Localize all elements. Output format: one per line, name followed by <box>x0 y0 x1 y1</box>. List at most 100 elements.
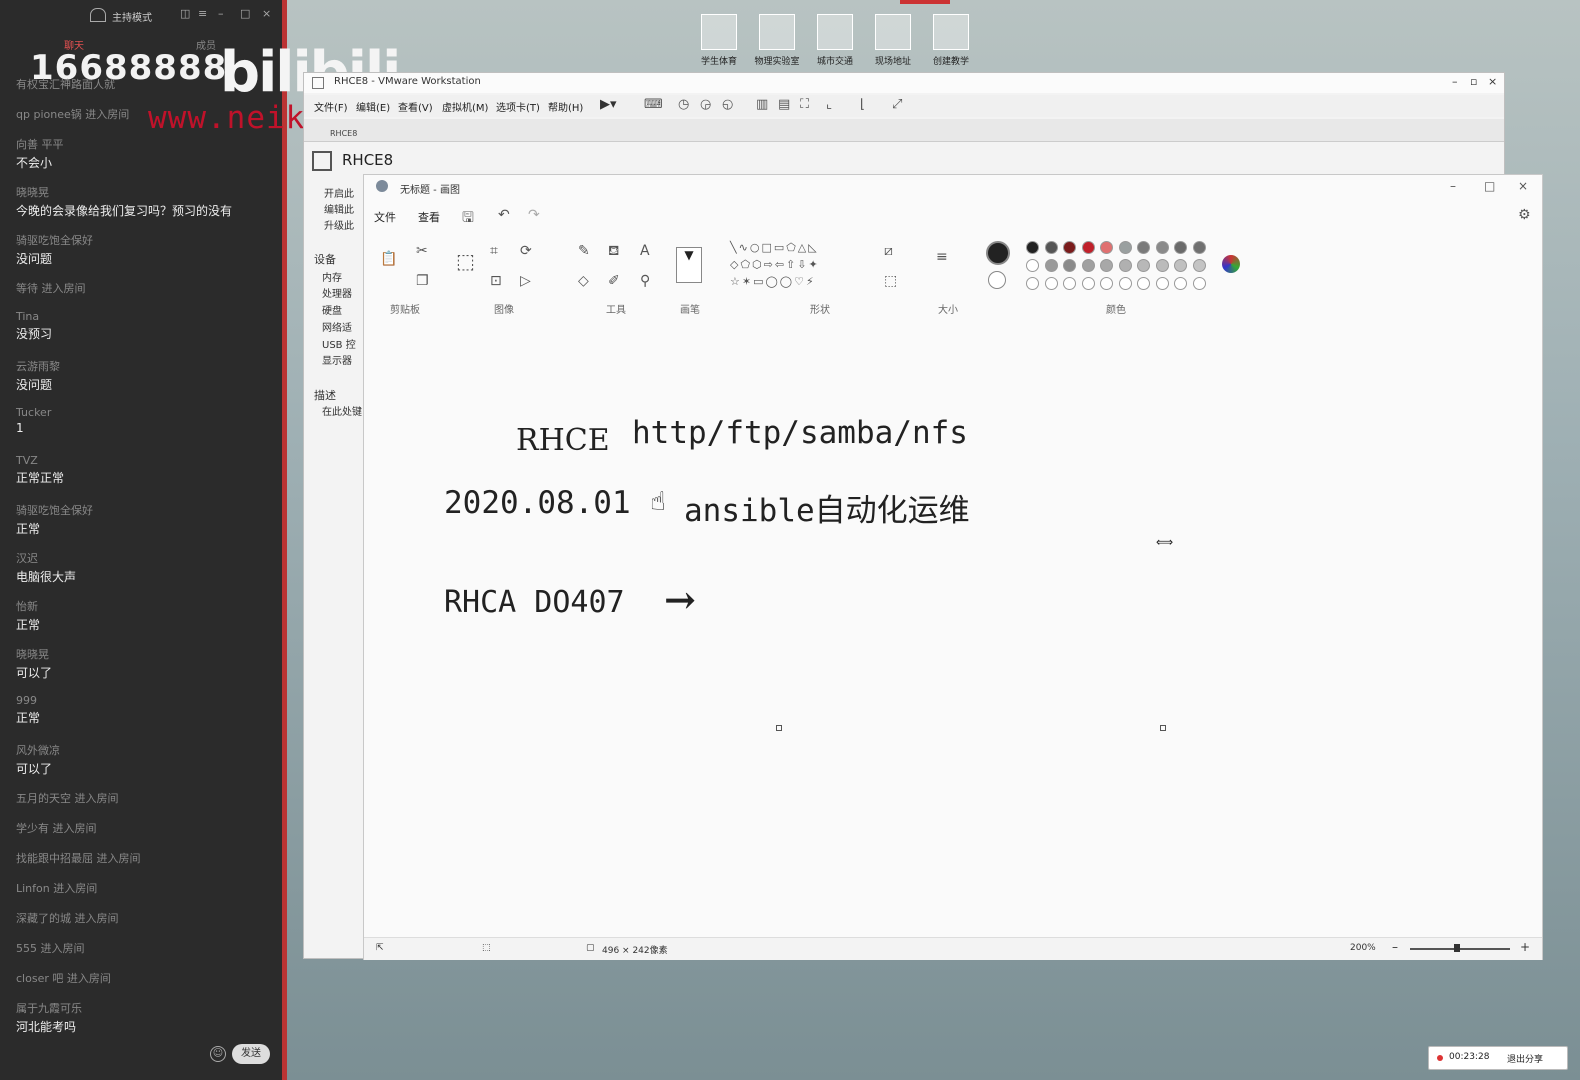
color-swatch[interactable] <box>1137 277 1150 290</box>
zoom-slider-thumb[interactable] <box>1454 944 1460 952</box>
desktop-shortcut[interactable]: 学生体育 <box>693 14 745 74</box>
unity-icon[interactable]: ⌞ <box>826 97 832 112</box>
color-swatch[interactable] <box>1118 241 1132 254</box>
close-icon[interactable]: × <box>262 7 271 20</box>
device-network[interactable]: 网络适 <box>322 319 352 334</box>
fill-shape-icon[interactable]: ⬚ <box>884 273 897 289</box>
console-view-icon[interactable]: ⌊ <box>860 97 865 112</box>
paint-maximize-icon[interactable]: □ <box>1484 179 1495 193</box>
color-swatch[interactable] <box>1026 259 1039 272</box>
description-header[interactable]: 描述 <box>314 387 336 403</box>
undo-icon[interactable]: ↶ <box>498 207 510 223</box>
desktop-shortcut[interactable]: 物理实验室 <box>751 14 803 74</box>
paint-close-icon[interactable]: × <box>1518 179 1528 193</box>
device-display[interactable]: 显示器 <box>322 352 352 367</box>
desktop-shortcut[interactable]: 城市交通 <box>809 14 861 74</box>
cut-icon[interactable]: ✂ <box>416 243 428 259</box>
edit-colors-icon[interactable] <box>1222 255 1240 273</box>
color-swatch[interactable] <box>1137 241 1150 254</box>
color-swatch[interactable] <box>1063 277 1076 290</box>
snapshot-manager-icon[interactable]: ◵ <box>722 97 733 112</box>
color-picker-icon[interactable]: ✐ <box>608 273 620 289</box>
color-swatch[interactable] <box>1118 277 1132 290</box>
device-processor[interactable]: 处理器 <box>322 285 352 300</box>
action-edit-settings[interactable]: 编辑此 <box>324 201 354 216</box>
view-sidebar-icon[interactable]: ▥ <box>756 97 768 112</box>
paint-minimize-icon[interactable]: – <box>1450 179 1456 193</box>
send-ctrl-alt-del-icon[interactable]: ⌨ <box>644 97 663 112</box>
color-swatch[interactable] <box>1026 241 1039 254</box>
paint-menu-view[interactable]: 查看 <box>418 209 440 225</box>
color-swatch[interactable] <box>1081 277 1095 290</box>
resize-handle-corner[interactable] <box>1160 725 1166 731</box>
zoom-out-icon[interactable]: – <box>1392 940 1398 954</box>
color1-swatch[interactable] <box>986 241 1010 265</box>
color-swatch[interactable] <box>1155 241 1169 254</box>
rotate-icon[interactable]: ⟳ <box>520 243 532 259</box>
color-swatch[interactable] <box>1044 241 1058 254</box>
paint-menu-file[interactable]: 文件 <box>374 209 396 225</box>
color-swatch[interactable] <box>1026 277 1039 290</box>
minimize-icon[interactable]: – <box>218 7 224 20</box>
desktop-shortcut[interactable]: 创建教学 <box>925 14 977 74</box>
snapshot-restore-icon[interactable]: ◶ <box>700 97 711 112</box>
brush-icon[interactable]: ▼ <box>676 247 702 283</box>
smiley-icon[interactable]: ☺ <box>210 1046 226 1062</box>
redo-icon[interactable]: ↷ <box>528 207 540 223</box>
vmware-maximize-icon[interactable]: ▫ <box>1470 75 1477 88</box>
tab-rhce8[interactable]: RHCE8 <box>330 129 357 138</box>
vmware-minimize-icon[interactable]: – <box>1452 75 1458 88</box>
text-icon[interactable]: A <box>640 243 650 259</box>
resize-handle-bottom[interactable] <box>776 725 782 731</box>
menu-vm[interactable]: 虚拟机(M) <box>442 99 488 114</box>
color-swatch[interactable] <box>1174 259 1187 272</box>
exit-share-button[interactable]: 退出分享 <box>1507 1052 1543 1065</box>
color-swatch[interactable] <box>1174 241 1187 254</box>
fullscreen-icon[interactable]: ⛶ <box>800 97 809 112</box>
magnifier-icon[interactable]: ⚲ <box>640 273 650 289</box>
fill-icon[interactable]: ⛾ <box>608 243 619 261</box>
crop-icon[interactable]: ⌗ <box>490 243 498 259</box>
color-swatch[interactable] <box>1155 277 1169 290</box>
device-usb[interactable]: USB 控 <box>322 336 356 351</box>
color-swatch[interactable] <box>1063 241 1076 254</box>
color-swatch[interactable] <box>1192 241 1206 254</box>
color-swatch[interactable] <box>1100 277 1113 290</box>
select-icon[interactable]: ⬚ <box>456 249 475 273</box>
send-button[interactable]: 发送 <box>232 1044 270 1064</box>
paint-canvas[interactable]: RHCE http/ftp/samba/nfs 2020.08.01 ☝ ans… <box>364 319 1542 935</box>
pencil-icon[interactable]: ✎ <box>578 243 590 259</box>
desktop-shortcut[interactable]: 现场地址 <box>867 14 919 74</box>
device-memory[interactable]: 内存 <box>322 269 342 284</box>
menu-file[interactable]: 文件(F) <box>314 99 348 114</box>
stretch-icon[interactable]: ⤢ <box>892 97 902 112</box>
color-swatch[interactable] <box>1174 277 1187 290</box>
size-icon[interactable]: ≡ <box>936 249 948 265</box>
color2-swatch[interactable] <box>988 271 1006 289</box>
device-disk[interactable]: 硬盘 <box>322 302 342 317</box>
color-swatch[interactable] <box>1044 259 1058 272</box>
color-swatch[interactable] <box>1137 259 1150 272</box>
shapes-gallery-icon[interactable]: ╲∿○□▭⬠△◺ ◇⬠⬡⇨⇦⇧⇩✦ ☆✶▭◯◯♡⚡ <box>730 239 864 290</box>
power-on-icon[interactable]: ▶▾ <box>600 97 617 112</box>
menu-help[interactable]: 帮助(H) <box>548 99 583 114</box>
color-swatch[interactable] <box>1155 259 1169 272</box>
view-thumbnail-icon[interactable]: ▤ <box>778 97 790 112</box>
copy-icon[interactable]: ❐ <box>416 273 429 289</box>
action-upgrade[interactable]: 升级此 <box>324 217 354 232</box>
paste-icon[interactable]: 📋 <box>380 251 397 267</box>
snapshot-icon[interactable]: ◷ <box>678 97 689 112</box>
color-swatch[interactable] <box>1081 241 1095 254</box>
resize-handle-icon[interactable]: ⟺ <box>1156 535 1173 549</box>
vmware-close-icon[interactable]: × <box>1488 75 1497 88</box>
color-swatch[interactable] <box>1100 241 1113 254</box>
menu-tabs[interactable]: 选项卡(T) <box>496 99 540 114</box>
outline-icon[interactable]: ⧄ <box>884 243 893 259</box>
window-layout-icon[interactable]: ◫ <box>180 7 190 20</box>
color-swatch[interactable] <box>1044 277 1058 290</box>
pin-icon[interactable]: ≡ <box>198 7 207 20</box>
menu-edit[interactable]: 编辑(E) <box>356 99 390 114</box>
action-power-on[interactable]: 开启此 <box>324 185 354 200</box>
menu-view[interactable]: 查看(V) <box>398 99 433 114</box>
color-swatch[interactable] <box>1118 259 1132 272</box>
